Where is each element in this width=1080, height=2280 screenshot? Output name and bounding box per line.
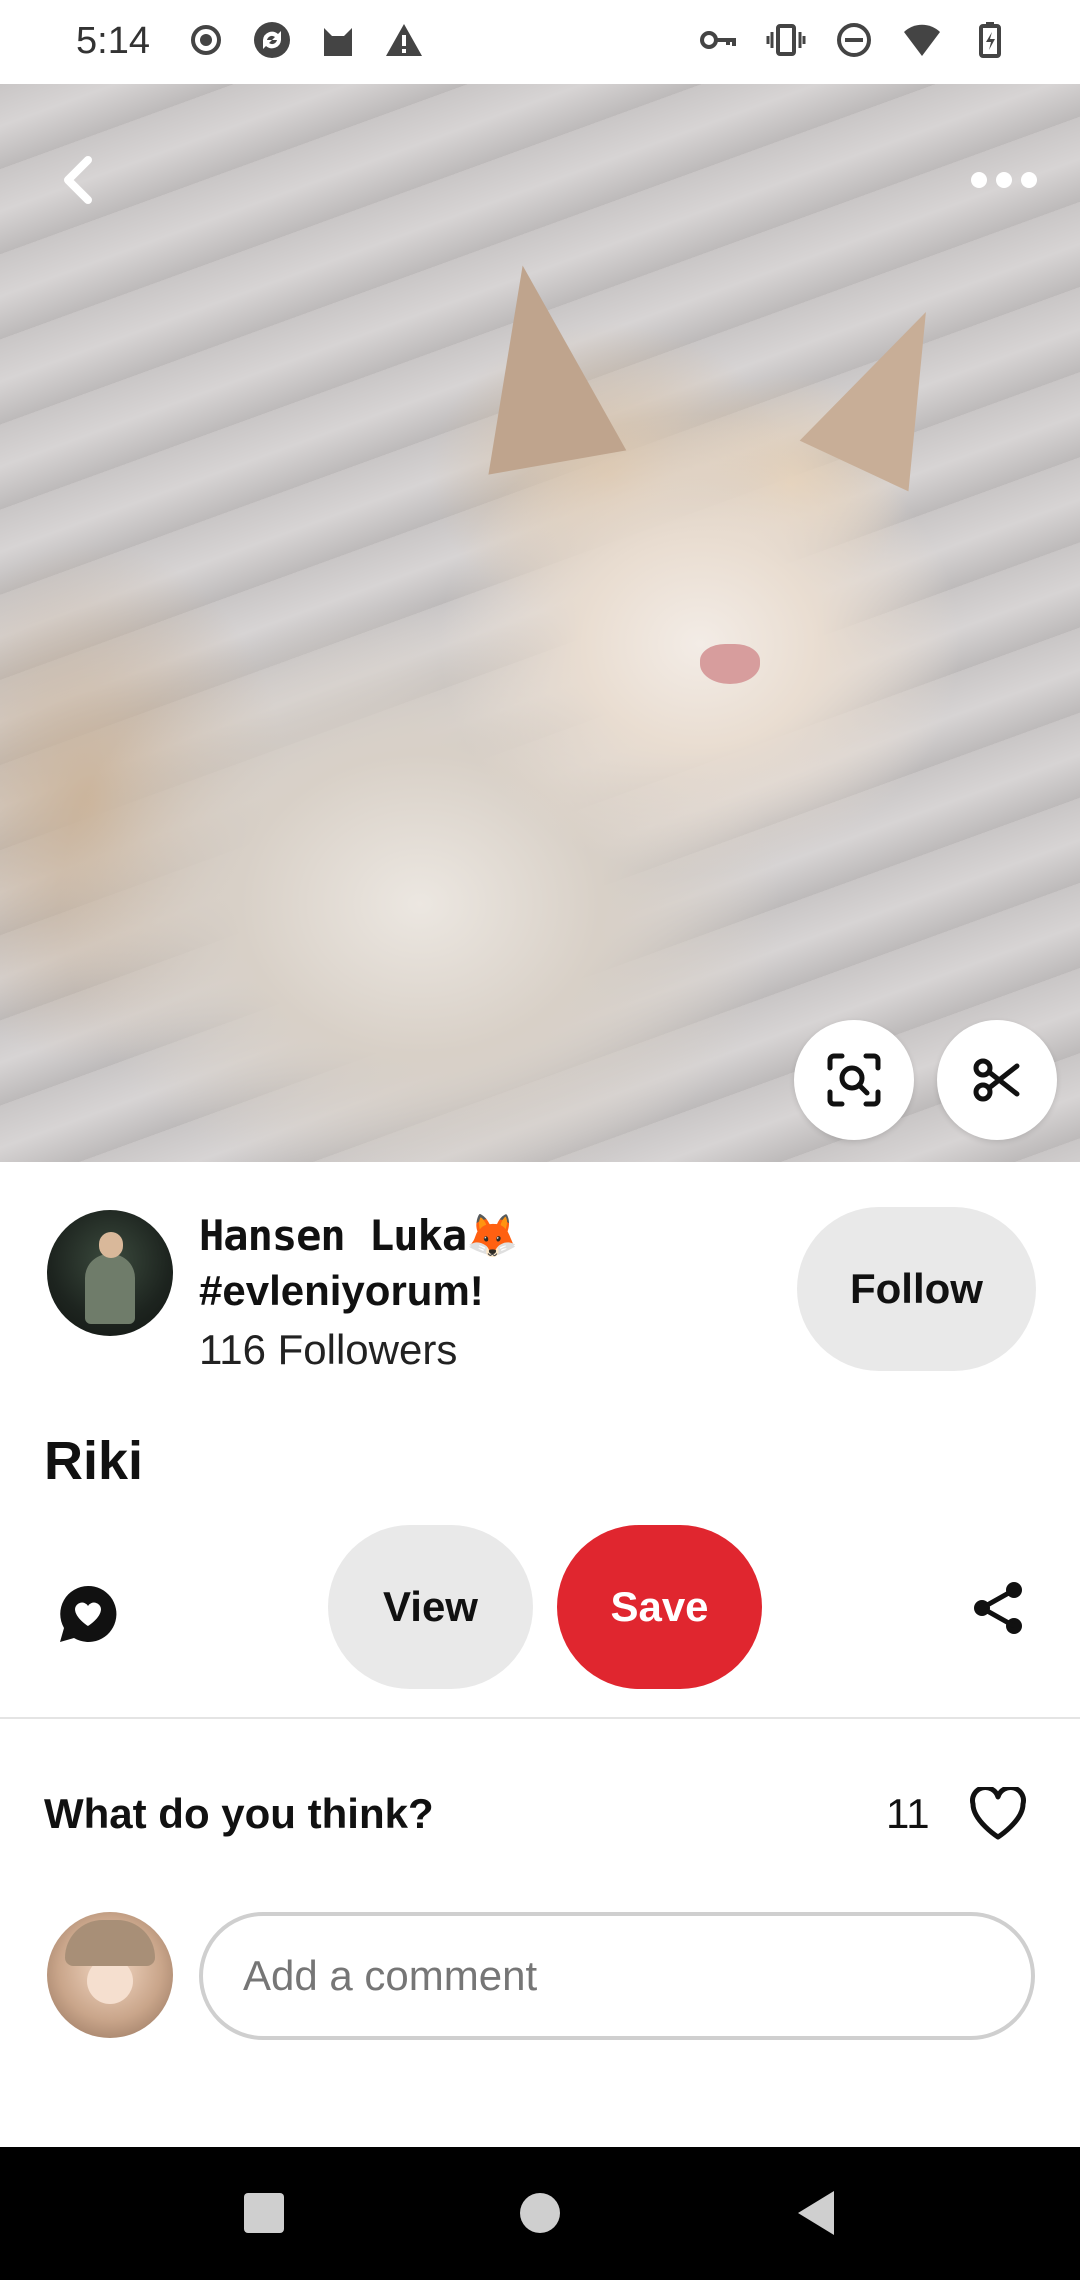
comments-prompt: What do you think? xyxy=(44,1790,434,1837)
lens-search-icon xyxy=(827,1053,881,1107)
view-button[interactable]: View xyxy=(328,1525,533,1689)
wifi-icon xyxy=(904,24,940,56)
share-button[interactable] xyxy=(960,1570,1036,1646)
comment-button[interactable] xyxy=(52,1578,124,1650)
status-time: 5:14 xyxy=(76,20,150,62)
home-button[interactable] xyxy=(510,2183,570,2243)
system-back-button[interactable] xyxy=(786,2183,846,2243)
vpn-key-icon xyxy=(700,31,736,49)
square-icon xyxy=(244,2193,284,2233)
more-horizontal-icon xyxy=(971,172,1037,188)
status-left-icons xyxy=(186,20,424,60)
avatar-figure xyxy=(85,1254,135,1324)
status-bar: 5:14 xyxy=(0,0,1080,84)
avatar-figure xyxy=(65,1920,155,1966)
comment-input[interactable] xyxy=(199,1912,1035,2040)
avatar-figure xyxy=(99,1232,123,1258)
recents-button[interactable] xyxy=(234,2183,294,2243)
creator-followers: 116 Followers xyxy=(199,1326,458,1373)
like-button[interactable] xyxy=(966,1782,1030,1846)
pin-title: Riki xyxy=(44,1431,144,1491)
creator-subtitle: #evleniyorum! xyxy=(199,1267,484,1314)
vibrate-icon xyxy=(766,24,806,56)
pin-image-detail xyxy=(799,286,981,492)
divider xyxy=(0,1717,1080,1719)
heart-outline-icon xyxy=(970,1787,1026,1840)
pin-image[interactable] xyxy=(0,84,1080,1162)
sync-icon xyxy=(254,22,290,58)
battery-charging-icon xyxy=(979,22,1001,58)
do-not-disturb-icon xyxy=(837,23,871,57)
status-right-icons xyxy=(698,20,1010,60)
save-button[interactable]: Save xyxy=(557,1525,762,1689)
chevron-left-icon xyxy=(64,156,92,204)
user-avatar[interactable] xyxy=(47,1912,173,2038)
follow-button[interactable]: Follow xyxy=(797,1207,1036,1371)
back-button[interactable] xyxy=(44,144,116,216)
alert-icon xyxy=(386,24,422,56)
visual-search-button[interactable] xyxy=(794,1020,914,1140)
share-icon xyxy=(974,1582,1022,1634)
more-options-button[interactable] xyxy=(964,144,1044,216)
like-count: 11 xyxy=(886,1790,930,1837)
circle-icon xyxy=(520,2193,560,2233)
cat-app-icon xyxy=(324,28,352,56)
creator-avatar[interactable] xyxy=(47,1210,173,1336)
comment-heart-icon xyxy=(60,1585,117,1642)
scissors-icon xyxy=(973,1058,1020,1102)
cutout-button[interactable] xyxy=(937,1020,1057,1140)
pin-image-detail xyxy=(453,253,627,475)
system-nav-bar xyxy=(0,2147,1080,2280)
creator-name[interactable]: Hansen Luka🦊 xyxy=(199,1212,518,1260)
triangle-back-icon xyxy=(798,2191,834,2235)
pin-image-detail xyxy=(700,644,760,684)
record-icon xyxy=(191,25,221,55)
